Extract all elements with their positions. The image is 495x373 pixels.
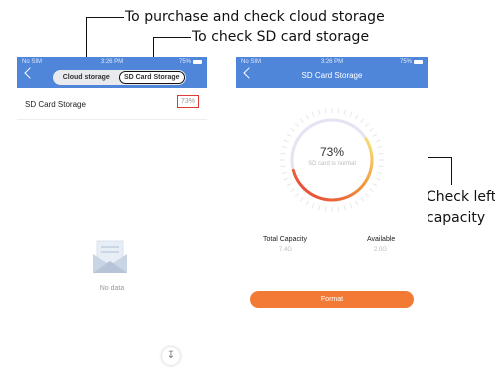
- battery-status: 75%: [179, 59, 202, 65]
- gauge-tick: [343, 109, 346, 115]
- available-label: Available: [367, 236, 396, 243]
- no-data-text: No data: [99, 285, 125, 292]
- annotation-cloud-storage: To purchase and check cloud storage: [125, 9, 385, 25]
- gauge-tick: [324, 108, 327, 114]
- gauge-tick: [318, 109, 321, 115]
- annotation-line-sd-horizontal: [153, 37, 191, 39]
- gauge-tick: [286, 133, 292, 137]
- right-phone-screen: No SIM 3:26 PM 75% SD Card Storage 73% S…: [236, 57, 428, 357]
- gauge-tick: [305, 200, 309, 206]
- gauge-tick: [290, 128, 295, 132]
- annotation-sd-storage: To check SD card storage: [192, 29, 370, 45]
- gauge-tick: [355, 114, 359, 120]
- gauge-tick: [311, 111, 315, 117]
- gauge-tick: [360, 197, 364, 202]
- sd-card-usage-value: 73%: [177, 95, 199, 108]
- gauge-tick: [343, 205, 346, 211]
- gauge-tick: [337, 108, 340, 114]
- gauge-tick: [375, 177, 381, 181]
- gauge-tick: [364, 122, 370, 128]
- gauge-tick: [372, 183, 378, 187]
- gauge-tick: [337, 206, 340, 212]
- tab-cloud-storage[interactable]: Cloud storage: [54, 71, 119, 84]
- gauge-ticks: [280, 108, 384, 212]
- gauge-tick: [372, 133, 378, 137]
- empty-envelope-icon: [93, 240, 127, 273]
- gauge-tick: [283, 139, 289, 143]
- available-value: 2.0G: [374, 247, 388, 253]
- gauge-tick: [300, 118, 304, 123]
- storage-segmented-control: Cloud storage SD Card Storage: [53, 70, 186, 85]
- gauge-tick: [294, 122, 300, 128]
- battery-percent: 75%: [399, 59, 412, 65]
- tab-sd-card-storage[interactable]: SD Card Storage: [118, 71, 185, 84]
- gauge-tick: [311, 203, 315, 209]
- gauge-tick: [294, 192, 300, 198]
- annotation-capacity-line2: capacity: [426, 210, 486, 226]
- gauge-tick: [318, 205, 321, 211]
- gauge-tick: [281, 171, 287, 174]
- left-phone-screen: No SIM 3:26 PM 75% Cloud storage SD Card…: [17, 57, 207, 373]
- gauge-tick: [349, 111, 353, 117]
- gauge-percent: 73%: [319, 145, 345, 159]
- format-button[interactable]: Format: [250, 291, 414, 308]
- battery-status: 75%: [400, 59, 423, 65]
- annotation-line-capacity-vertical: [451, 157, 453, 185]
- status-bar: No SIM 3:26 PM 75%: [17, 59, 207, 68]
- gauge-tick: [305, 114, 309, 120]
- arrow-down-icon[interactable]: ↧: [162, 347, 180, 365]
- annotation-line-cloud-horizontal: [86, 17, 124, 19]
- page-title: SD Card Storage: [301, 71, 363, 80]
- gauge-tick: [369, 188, 374, 192]
- gauge-tick: [377, 171, 383, 174]
- gauge-tick: [324, 206, 327, 212]
- gauge-tick: [283, 177, 289, 181]
- status-bar: No SIM 3:26 PM 75%: [236, 59, 428, 68]
- total-capacity-label: Total Capacity: [263, 236, 307, 243]
- gauge-tick: [355, 200, 359, 206]
- left-header: No SIM 3:26 PM 75% Cloud storage SD Card…: [17, 57, 207, 88]
- gauge-tick: [349, 203, 353, 209]
- battery-icon: [414, 60, 423, 64]
- gauge-tick: [375, 139, 381, 143]
- gauge-tick: [286, 183, 292, 187]
- battery-icon: [193, 60, 202, 64]
- back-arrow-icon[interactable]: [24, 67, 36, 79]
- gauge-status-text: SD card is normal: [308, 161, 356, 167]
- battery-percent: 75%: [178, 59, 191, 65]
- gauge-tick: [300, 197, 304, 202]
- sd-card-storage-row[interactable]: SD Card Storage 73%: [17, 88, 207, 120]
- storage-gauge: [280, 108, 384, 212]
- gauge-tick: [360, 118, 364, 123]
- gauge-tick: [364, 192, 370, 198]
- annotation-capacity-line1: Check left: [426, 189, 495, 205]
- total-capacity-value: 7.4G: [279, 247, 293, 253]
- sd-card-storage-label: SD Card Storage: [25, 100, 86, 109]
- gauge-tick: [369, 128, 374, 132]
- right-header: No SIM 3:26 PM 75% SD Card Storage: [236, 57, 428, 88]
- gauge-tick: [290, 188, 295, 192]
